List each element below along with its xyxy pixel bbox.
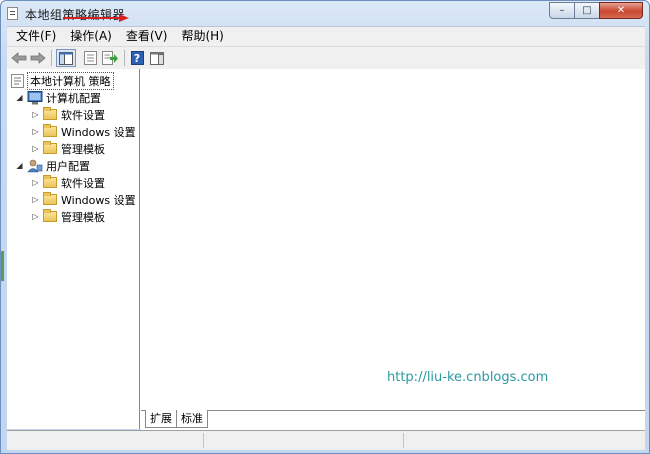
red-arrow-annotation [63, 14, 129, 22]
computer-icon [27, 90, 43, 104]
expand-arrow-icon[interactable]: ▷ [31, 144, 40, 153]
tree-item-label: 计算机配置 [46, 91, 101, 105]
maximize-icon: □ [582, 5, 592, 16]
export-list-button[interactable] [101, 50, 119, 66]
tree-item-label: 管理模板 [61, 142, 105, 156]
title-bar[interactable]: 本地组策略编辑器 – □ ✕ [1, 1, 649, 25]
folder-icon [43, 141, 57, 154]
window-controls: – □ ✕ [549, 2, 643, 20]
menu-help[interactable]: 帮助(H) [174, 27, 230, 46]
folder-icon [43, 192, 57, 205]
status-separator [403, 433, 404, 448]
expand-arrow-icon[interactable]: ▷ [31, 178, 40, 187]
tab-standard[interactable]: 标准 [176, 410, 208, 428]
show-hide-action-pane-button[interactable] [148, 50, 166, 66]
group-policy-app-icon[interactable] [7, 7, 18, 20]
back-icon [11, 52, 27, 64]
tree-item-user-software-settings[interactable]: ▷ 软件设置 [31, 174, 105, 191]
show-hide-console-tree-icon [59, 51, 73, 65]
tree-item-computer-software-settings[interactable]: ▷ 软件设置 [31, 106, 105, 123]
console-tree-pane[interactable]: 本地计算机 策略 ◢ 计算机配置 ▷ 软件设置 ▷ Windows 设置 ▷ 管… [7, 69, 140, 429]
toolbar-separator [51, 50, 52, 66]
main-window: 本地组策略编辑器 – □ ✕ 文件(F) 操作(A) 查看(V) 帮助(H) ?… [0, 0, 650, 454]
folder-icon [43, 124, 57, 137]
expand-arrow-icon[interactable]: ▷ [31, 212, 40, 221]
collapse-arrow-icon[interactable]: ◢ [15, 93, 24, 102]
toolbar: ? [7, 46, 645, 70]
tree-item-user-admin-templates[interactable]: ▷ 管理模板 [31, 208, 105, 225]
tree-item-user-config[interactable]: ◢ 用户配置 [15, 157, 90, 174]
expand-arrow-icon[interactable]: ▷ [31, 195, 40, 204]
tree-item-label: Windows 设置 [61, 193, 136, 207]
window-edge-accent [1, 251, 4, 281]
minimize-icon: – [559, 5, 565, 16]
folder-icon [43, 209, 57, 222]
toolbar-separator [124, 50, 125, 66]
help-button[interactable]: ? [128, 50, 146, 66]
tree-item-label: 管理模板 [61, 210, 105, 224]
menu-action[interactable]: 操作(A) [63, 27, 119, 46]
close-icon: ✕ [616, 5, 626, 16]
show-hide-console-tree-button[interactable] [56, 49, 76, 67]
tree-item-computer-windows-settings[interactable]: ▷ Windows 设置 [31, 123, 136, 140]
menu-view[interactable]: 查看(V) [119, 27, 175, 46]
expand-arrow-icon[interactable]: ▷ [31, 110, 40, 119]
close-button[interactable]: ✕ [599, 2, 643, 19]
properties-button[interactable] [81, 50, 99, 66]
folder-icon [43, 107, 57, 120]
tree-item-computer-admin-templates[interactable]: ▷ 管理模板 [31, 140, 105, 157]
status-separator [203, 433, 204, 448]
tree-item-label: 软件设置 [61, 176, 105, 190]
console-content: 本地计算机 策略 ◢ 计算机配置 ▷ 软件设置 ▷ Windows 设置 ▷ 管… [7, 69, 645, 430]
view-tabs: 扩展 标准 [141, 410, 645, 430]
help-icon: ? [130, 51, 144, 65]
tree-item-label: 用户配置 [46, 159, 90, 173]
forward-button[interactable] [29, 50, 47, 66]
details-pane[interactable]: http://liu-ke.cnblogs.com 扩展 标准 [141, 69, 645, 430]
watermark-url: http://liu-ke.cnblogs.com [387, 370, 549, 385]
show-hide-action-pane-icon [150, 51, 164, 65]
export-list-icon [102, 51, 118, 65]
back-button[interactable] [10, 50, 28, 66]
menu-file[interactable]: 文件(F) [7, 27, 63, 46]
menu-bar: 文件(F) 操作(A) 查看(V) 帮助(H) [7, 26, 645, 46]
maximize-button[interactable]: □ [574, 2, 600, 19]
policy-document-icon [11, 73, 24, 88]
tree-root[interactable]: 本地计算机 策略 [9, 71, 114, 90]
tree-item-computer-config[interactable]: ◢ 计算机配置 [15, 89, 101, 106]
folder-icon [43, 175, 57, 188]
forward-icon [30, 52, 46, 64]
expand-arrow-icon[interactable]: ▷ [31, 127, 40, 136]
tree-item-label: Windows 设置 [61, 125, 136, 139]
minimize-button[interactable]: – [549, 2, 575, 19]
tab-extended[interactable]: 扩展 [145, 410, 177, 428]
tree-item-user-windows-settings[interactable]: ▷ Windows 设置 [31, 191, 136, 208]
collapse-arrow-icon[interactable]: ◢ [15, 161, 24, 170]
tree-item-label: 软件设置 [61, 108, 105, 122]
tree-root-label: 本地计算机 策略 [27, 71, 114, 90]
properties-icon [83, 51, 97, 65]
status-bar [7, 430, 645, 450]
user-icon [27, 159, 43, 172]
